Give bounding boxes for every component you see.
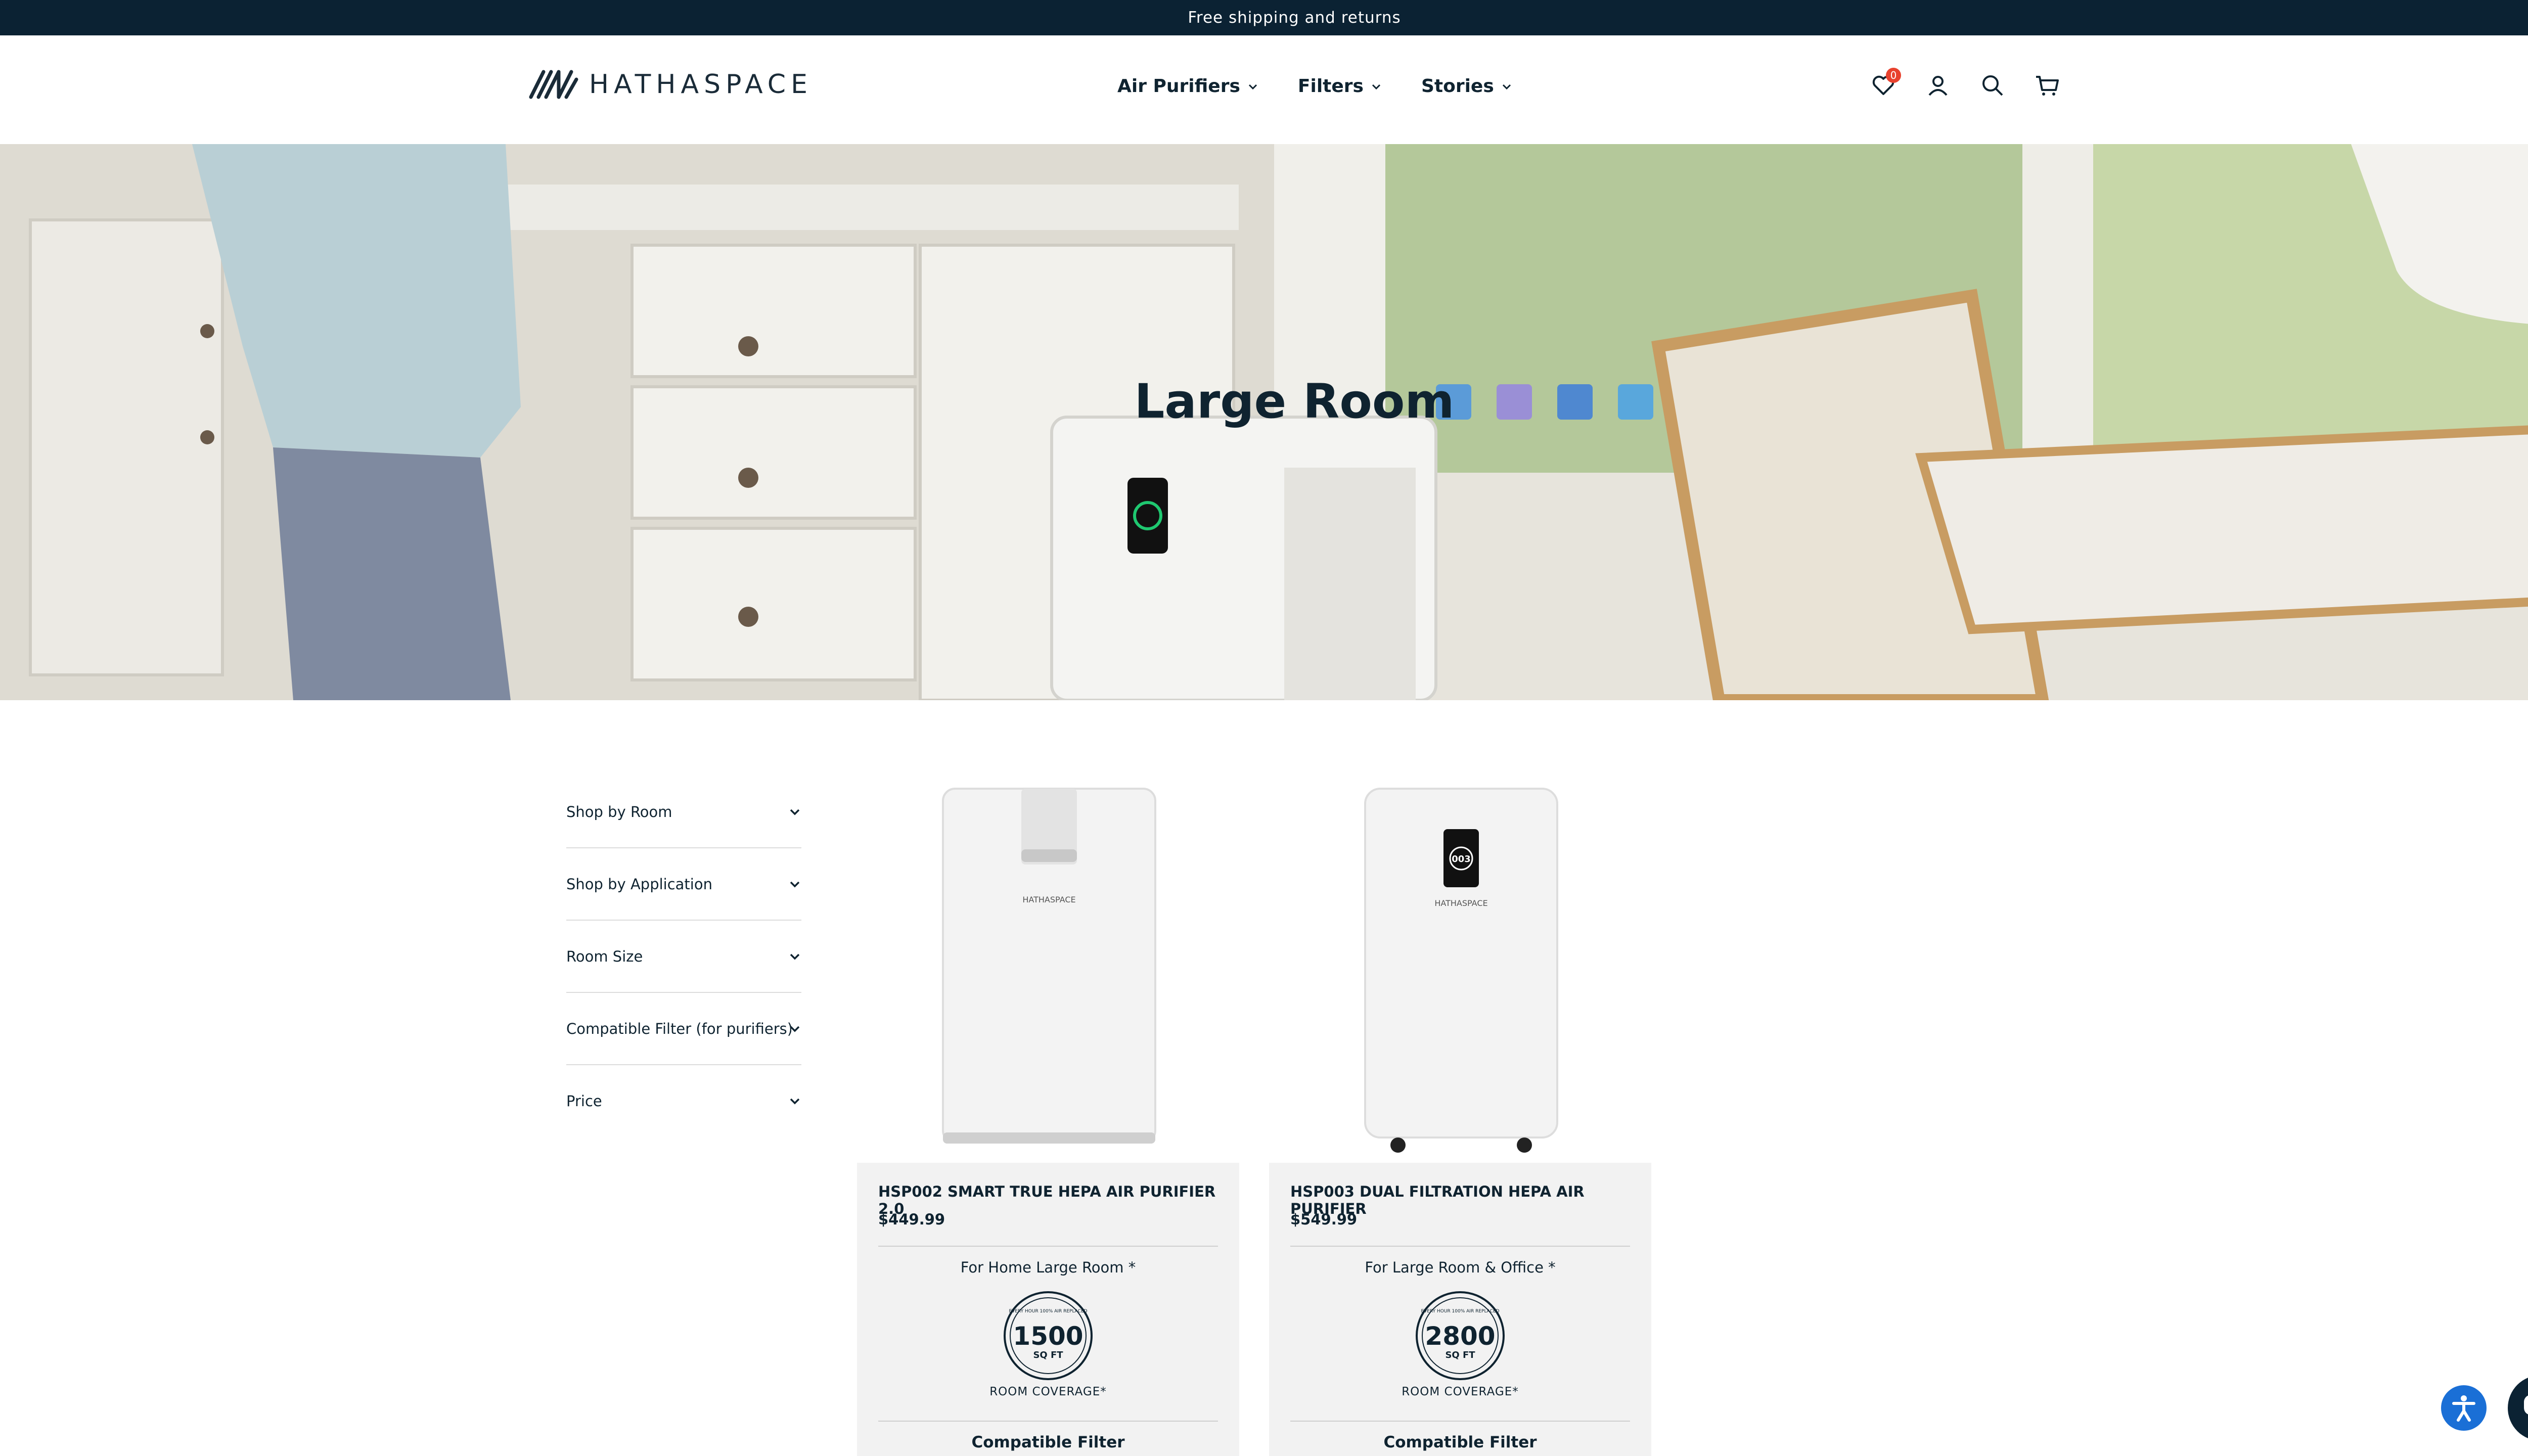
brand-name: HATHASPACE [589,69,812,100]
coverage-seal-icon: EVERY HOUR 100% AIR REPLACED 2800 SQ FT [1416,1291,1505,1380]
filter-sidebar: Shop by Room Shop by Application Room Si… [566,776,801,1136]
device-label: HATHASPACE [1434,898,1487,908]
coverage-seal-icon: EVERY HOUR 100% AIR REPLACED 1500 SQ FT [1004,1291,1093,1380]
account-icon [1928,76,1948,96]
coverage-unit: SQ FT [1033,1350,1063,1360]
divider [878,1246,1218,1247]
compatible-filter-label: Compatible Filter [1383,1433,1537,1451]
cart-button[interactable] [2035,73,2060,98]
chevron-down-icon [1372,84,1381,89]
filter-label: Price [566,1092,602,1110]
filter-label: Room Size [566,947,643,965]
announcement-bar: Free shipping and returns [0,0,2528,35]
nav-stories[interactable]: Stories [1421,76,1512,97]
divider [1290,1246,1630,1247]
chevron-down-icon [790,881,800,887]
chevron-down-icon [1502,84,1511,89]
filter-label: Shop by Application [566,875,712,893]
compatible-filter-label: Compatible Filter [971,1433,1125,1451]
account-button[interactable] [1925,73,1951,98]
coverage-caption: ROOM COVERAGE* [989,1385,1107,1398]
purifier-image: HATHASPACE [942,788,1156,1144]
filter-compatible-filter[interactable]: Compatible Filter (for purifiers) [566,993,801,1065]
filter-shop-by-room[interactable]: Shop by Room [566,776,801,848]
product-room-type: For Large Room & Office * [1365,1259,1556,1276]
page-title: Large Room [1134,374,1455,429]
main-nav: Air Purifiers Filters Stories [1117,76,1512,97]
cart-icon [2036,76,2059,96]
nav-air-purifiers[interactable]: Air Purifiers [1117,76,1258,97]
product-info: HSP002 SMART TRUE HEPA AIR PURIFIER 2.0 … [857,1163,1239,1456]
filter-room-size[interactable]: Room Size [566,921,801,993]
chevron-down-icon [790,1098,800,1104]
product-card[interactable]: HATHASPACE HSP002 SMART TRUE HEPA AIR PU… [857,779,1239,1456]
nav-label: Air Purifiers [1117,76,1240,97]
search-icon [1982,75,2003,96]
filter-shop-by-application[interactable]: Shop by Application [566,848,801,921]
announcement-text: Free shipping and returns [1188,9,1401,27]
wishlist-count-badge: 0 [1886,68,1901,83]
nav-filters[interactable]: Filters [1298,76,1382,97]
header-icons: 0 [1871,68,2060,98]
chevron-down-icon [790,809,800,815]
chevron-down-icon [1248,84,1257,89]
chat-button[interactable] [2508,1375,2528,1441]
accessibility-button[interactable] [2441,1385,2487,1431]
coverage-unit: SQ FT [1445,1350,1475,1360]
coverage-value: 2800 [1425,1322,1495,1351]
chat-bubble-icon [2524,1395,2528,1415]
coverage-caption: ROOM COVERAGE* [1402,1385,1519,1398]
nav-label: Filters [1297,76,1364,97]
product-image[interactable]: HATHASPACE [857,779,1239,1163]
svg-text:EVERY HOUR 100% AIR REPLACED: EVERY HOUR 100% AIR REPLACED [1009,1309,1087,1314]
filter-label: Shop by Room [566,803,672,821]
chevron-down-icon [790,953,800,960]
product-price: $549.99 [1290,1211,1358,1228]
wishlist-button[interactable]: 0 [1871,68,1901,98]
hero-banner: Large Room [0,144,2528,700]
search-button[interactable] [1980,73,2005,98]
accessibility-icon [2452,1395,2475,1422]
svg-text:EVERY HOUR 100% AIR REPLACED: EVERY HOUR 100% AIR REPLACED [1421,1309,1499,1314]
coverage-badge: EVERY HOUR 100% AIR REPLACED 1500 SQ FT [1003,1290,1094,1381]
nav-label: Stories [1421,76,1494,97]
product-card[interactable]: 003 HATHASPACE HSP003 DUAL FILTRATION HE… [1269,779,1651,1456]
display-readout: 003 [1452,854,1471,864]
chevron-down-icon [790,1026,800,1032]
device-label: HATHASPACE [1022,895,1075,904]
site-header: HATHASPACE Air Purifiers Filters Stories… [0,35,2528,145]
divider [1290,1421,1630,1422]
brand-logo[interactable]: HATHASPACE [528,67,812,102]
product-info: HSP003 DUAL FILTRATION HEPA AIR PURIFIER… [1269,1163,1651,1456]
purifier-image: 003 HATHASPACE [1364,788,1558,1153]
coverage-badge: EVERY HOUR 100% AIR REPLACED 2800 SQ FT [1415,1290,1506,1381]
coverage-value: 1500 [1013,1322,1083,1351]
divider [878,1421,1218,1422]
product-image[interactable]: 003 HATHASPACE [1269,779,1651,1163]
product-price: $449.99 [878,1211,945,1228]
filter-price[interactable]: Price [566,1065,801,1136]
filter-label: Compatible Filter (for purifiers) [566,1020,791,1037]
product-room-type: For Home Large Room * [960,1259,1136,1276]
logo-mark-icon [529,70,578,99]
